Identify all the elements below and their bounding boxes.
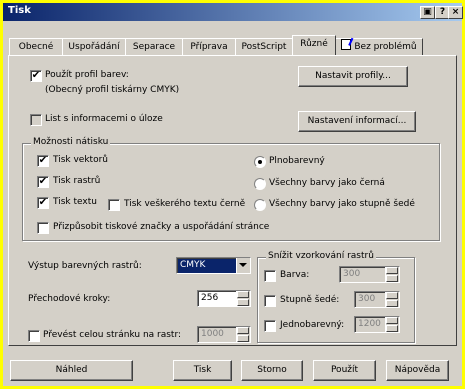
chevron-down-icon[interactable] xyxy=(236,258,250,273)
job-info-checkbox[interactable] xyxy=(30,114,42,126)
tab-general[interactable]: Obecné xyxy=(9,38,63,55)
full-color-radio[interactable] xyxy=(254,156,266,168)
fit-marks-checkbox[interactable] xyxy=(37,222,49,234)
window-title: Tisk xyxy=(8,5,31,16)
preflight-icon xyxy=(341,36,354,50)
set-profiles-button[interactable]: Nastavit profily... xyxy=(298,66,408,87)
downsample-color-value: 300 xyxy=(343,269,361,279)
fountain-steps-label: Přechodové kroky: xyxy=(28,294,111,304)
fit-marks-label: Přizpůsobit tiskové značky a uspořádání … xyxy=(53,222,270,232)
print-button[interactable]: Tisk xyxy=(173,360,232,381)
bitmap-output-label: Výstup barevných rastrů: xyxy=(28,261,142,271)
rasterize-page-label: Převést celou stránku na rastr: xyxy=(43,330,182,340)
close-button[interactable]: × xyxy=(448,6,463,19)
radio-selected-dot xyxy=(258,160,262,164)
context-icon-button[interactable]: ▣ xyxy=(420,6,435,19)
downsample-mono-label: Jednobarevný: xyxy=(280,320,345,330)
rasterize-dpi-spinner[interactable] xyxy=(236,327,250,342)
rasterize-dpi-input[interactable]: 1000 xyxy=(197,326,251,343)
rasterize-page-checkbox[interactable] xyxy=(28,330,40,342)
tab-preflight-label: Bez problémů xyxy=(354,42,417,52)
fountain-steps-input[interactable]: 256 xyxy=(197,290,251,307)
downsample-gray-spinner[interactable] xyxy=(385,292,399,307)
tab-separations[interactable]: Separace xyxy=(125,38,183,55)
tab-postscript[interactable]: PostScript xyxy=(235,38,293,55)
color-profile-name: (Obecný profil tiskárny CMYK) xyxy=(45,85,180,95)
downsample-color-label: Barva: xyxy=(280,270,310,280)
downsample-color-checkbox[interactable] xyxy=(264,270,276,282)
use-color-profile-checkbox[interactable]: ✔ xyxy=(30,70,42,82)
downsample-mono-value: 1200 xyxy=(358,319,381,329)
downsample-gray-checkbox[interactable] xyxy=(264,295,276,307)
print-text-checkbox[interactable]: ✔ xyxy=(37,197,49,209)
help-button[interactable]: Nápověda xyxy=(386,360,449,381)
all-gray-label: Všechny barvy jako stupně šedé xyxy=(269,199,415,209)
apply-button[interactable]: Použít xyxy=(313,360,376,381)
tab-prepress[interactable]: Příprava xyxy=(182,38,236,55)
tab-preflight[interactable]: Bez problémů xyxy=(335,36,423,55)
tab-misc[interactable]: Různé xyxy=(292,35,336,55)
print-text-black-label: Tisk veškerého textu černě xyxy=(124,199,246,209)
rasterize-dpi-value: 1000 xyxy=(201,329,224,339)
downsample-color-input[interactable]: 300 xyxy=(339,266,400,283)
all-gray-radio[interactable] xyxy=(254,199,266,211)
downsample-mono-input[interactable]: 1200 xyxy=(354,316,400,333)
cancel-button[interactable]: Storno xyxy=(241,360,303,381)
print-text-label: Tisk textu xyxy=(53,197,97,207)
print-vectors-checkbox[interactable]: ✔ xyxy=(37,155,49,167)
preview-button[interactable]: Náhled xyxy=(10,360,133,381)
fountain-steps-value: 256 xyxy=(201,293,219,303)
job-info-label: List s informacemi o úloze xyxy=(45,114,163,124)
print-text-black-checkbox[interactable] xyxy=(108,199,120,211)
downsample-gray-label: Stupně šedé: xyxy=(280,295,340,305)
title-bar: Tisk ▣ ? × xyxy=(3,3,463,21)
downsample-mono-spinner[interactable] xyxy=(385,317,399,332)
all-black-radio[interactable] xyxy=(254,178,266,190)
info-settings-button[interactable]: Nastavení informací... xyxy=(298,111,416,132)
all-black-label: Všechny barvy jako černá xyxy=(269,178,385,188)
downsample-title: Snížit vzorkování rastrů xyxy=(266,251,376,261)
print-bitmaps-label: Tisk rastrů xyxy=(53,176,101,186)
use-color-profile-label: Použít profil barev: xyxy=(45,70,129,80)
downsample-gray-input[interactable]: 300 xyxy=(354,291,400,308)
downsample-gray-value: 300 xyxy=(358,294,376,304)
print-vectors-label: Tisk vektorů xyxy=(53,155,108,165)
tab-layout[interactable]: Uspořádání xyxy=(62,38,126,55)
full-color-label: Plnobarevný xyxy=(269,156,325,166)
downsample-color-spinner[interactable] xyxy=(385,267,399,282)
bitmap-output-select[interactable]: CMYK xyxy=(176,257,251,274)
print-bitmaps-checkbox[interactable]: ✔ xyxy=(37,176,49,188)
proof-options-title: Možnosti nátisku xyxy=(31,137,111,147)
downsample-mono-checkbox[interactable] xyxy=(264,320,276,332)
bitmap-output-value: CMYK xyxy=(180,260,206,270)
fountain-steps-spinner[interactable] xyxy=(236,291,250,306)
